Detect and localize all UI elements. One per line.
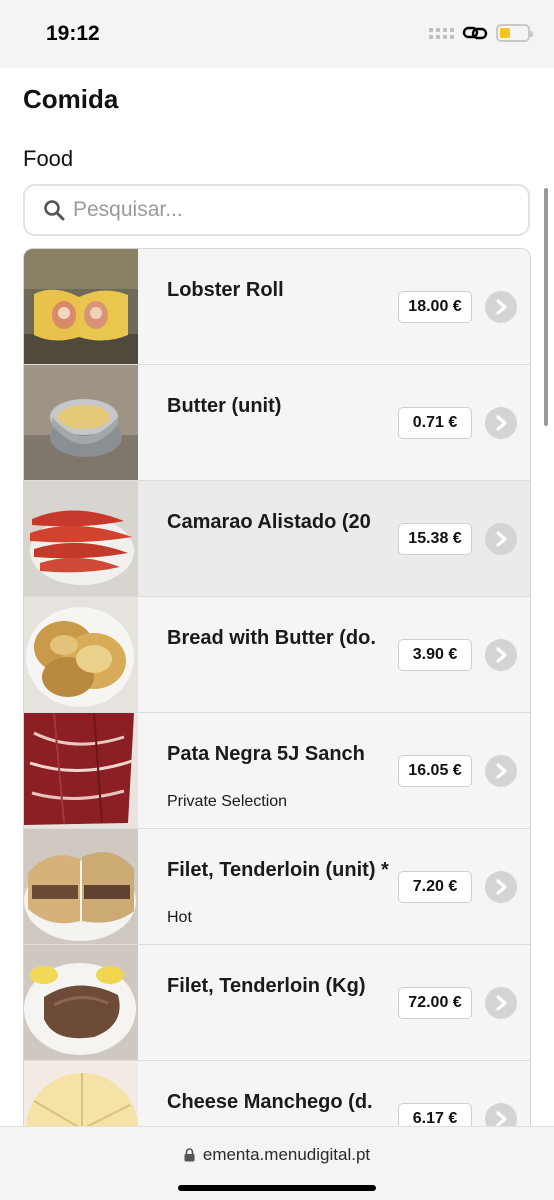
menu-item[interactable]: Camarao Alistado (20 15.38 € <box>24 481 530 597</box>
item-price: 72.00 € <box>398 987 472 1019</box>
status-icons <box>429 24 533 42</box>
item-price: 0.71 € <box>398 407 472 439</box>
status-time: 19:12 <box>46 22 100 45</box>
scrollbar[interactable] <box>544 188 548 426</box>
chevron-right-icon[interactable] <box>485 871 517 903</box>
menu-item[interactable]: Filet, Tenderloin (unit) * Hot 7.20 € <box>24 829 530 945</box>
shrimp-plate-photo <box>24 481 138 596</box>
signal-icon <box>429 27 454 39</box>
chevron-right-icon[interactable] <box>485 1103 517 1126</box>
battery-fill <box>500 28 511 38</box>
menu-item[interactable]: Pata Negra 5J Sanch Private Selection 16… <box>24 713 530 829</box>
item-name: Filet, Tenderloin (unit) * <box>167 859 389 881</box>
menu-item[interactable]: Butter (unit) 0.71 € <box>24 365 530 481</box>
item-price: 6.17 € <box>398 1103 472 1126</box>
menu-item[interactable]: Filet, Tenderloin (Kg) 72.00 € <box>24 945 530 1061</box>
lobster-roll-photo <box>24 249 138 364</box>
item-price: 16.05 € <box>398 755 472 787</box>
status-bar: 19:12 <box>0 0 554 68</box>
chevron-right-icon[interactable] <box>485 523 517 555</box>
chevron-right-icon[interactable] <box>485 407 517 439</box>
search-box[interactable] <box>23 184 530 236</box>
item-name: Pata Negra 5J Sanch <box>167 743 365 765</box>
menu-item[interactable]: Cheese Manchego (d. 6.17 € <box>24 1061 530 1126</box>
category-label: Food <box>23 146 74 171</box>
item-name: Cheese Manchego (d. <box>167 1091 373 1113</box>
menu-item[interactable]: Lobster Roll 18.00 € <box>24 249 530 365</box>
item-subtitle: Hot <box>167 909 192 926</box>
url-row[interactable]: ementa.menudigital.pt <box>0 1145 554 1165</box>
item-price: 18.00 € <box>398 291 472 323</box>
search-input[interactable] <box>73 198 493 222</box>
item-subtitle: Private Selection <box>167 793 288 810</box>
item-price: 7.20 € <box>398 871 472 903</box>
url-text[interactable]: ementa.menudigital.pt <box>203 1145 370 1165</box>
chevron-right-icon[interactable] <box>485 291 517 323</box>
lock-icon <box>184 1148 195 1162</box>
chevron-right-icon[interactable] <box>485 755 517 787</box>
item-name: Butter (unit) <box>167 395 282 417</box>
item-name: Filet, Tenderloin (Kg) <box>167 975 366 997</box>
page-title: Comida <box>23 84 119 114</box>
steak-plate-photo <box>24 945 138 1060</box>
butter-bowl-photo <box>24 365 138 480</box>
chevron-right-icon[interactable] <box>485 639 517 671</box>
item-price: 15.38 € <box>398 523 472 555</box>
cheese-wheel-photo <box>24 1061 138 1126</box>
menu-item[interactable]: Bread with Butter (do. 3.90 € <box>24 597 530 713</box>
home-indicator[interactable] <box>178 1185 376 1191</box>
chevron-right-icon[interactable] <box>485 987 517 1019</box>
item-name: Bread with Butter (do. <box>167 627 376 649</box>
item-name: Lobster Roll <box>167 279 284 301</box>
ham-slices-photo <box>24 713 138 828</box>
page-content: Comida Food Pesquisar... Lobster Roll 18… <box>0 68 554 1126</box>
browser-address-bar[interactable]: ementa.menudigital.pt <box>0 1126 554 1200</box>
bread-plate-photo <box>24 597 138 712</box>
battery-icon <box>496 24 533 42</box>
item-price: 3.90 € <box>398 639 472 671</box>
link-icon <box>462 26 488 40</box>
menu-list: Lobster Roll 18.00 € Butter (unit) 0.71 … <box>23 248 531 1126</box>
item-name: Camarao Alistado (20 <box>167 511 371 533</box>
filet-sandwich-photo <box>24 829 138 944</box>
search-icon <box>35 199 73 221</box>
